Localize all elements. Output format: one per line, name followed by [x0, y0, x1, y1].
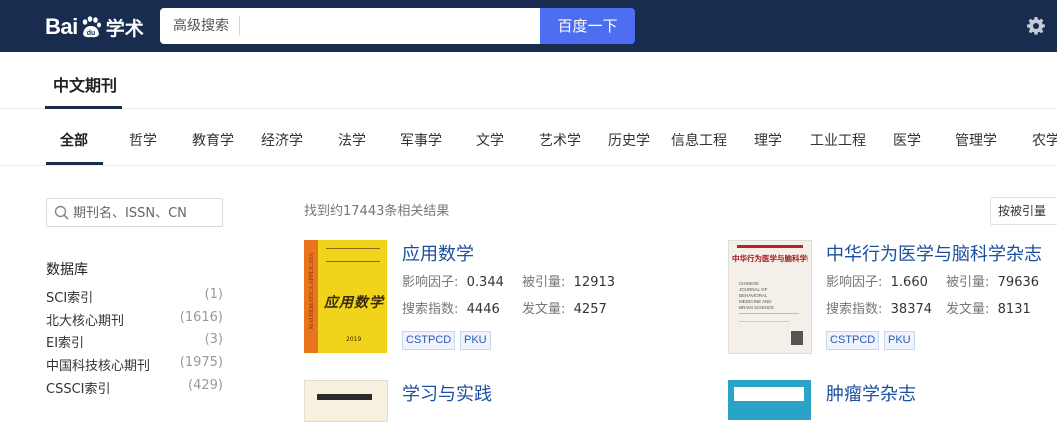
title-underline — [45, 106, 122, 109]
journal-title[interactable]: 学习与实践 — [402, 380, 492, 406]
advanced-search-link[interactable]: 高级搜索 — [173, 8, 229, 44]
database-item-count: (1) — [204, 287, 223, 302]
database-heading: 数据库 — [46, 262, 88, 278]
journal-title[interactable]: 中华行为医学与脑科学杂志 — [826, 240, 1042, 266]
sort-select[interactable]: 按被引量 — [990, 197, 1057, 225]
tab-philosophy[interactable]: 哲学 — [129, 130, 157, 150]
title-divider — [0, 108, 1057, 109]
journal-cover[interactable]: MATHEMATICA APPLICATA 应用数学 2019 — [304, 240, 387, 353]
database-item-sci[interactable]: SCI索引 (1) — [46, 287, 223, 307]
search-index: 搜索指数: 38374 — [826, 302, 933, 317]
search-input[interactable] — [244, 12, 528, 42]
journal-card: 学习与实践 — [304, 380, 704, 422]
cover-english-title: CHINESE JOURNAL OF BEHAVIORAL MEDICINE A… — [739, 281, 775, 310]
tab-economics[interactable]: 经济学 — [261, 130, 303, 150]
journal-card: 中华行为医学与脑科学杂志 CHINESE JOURNAL OF BEHAVIOR… — [728, 240, 1057, 355]
tab-art[interactable]: 艺术学 — [539, 130, 581, 150]
database-item-name: 北大核心期刊 — [46, 314, 125, 329]
logo-xueshu: 学术 — [105, 17, 144, 40]
cover-side-text: MATHEMATICA APPLICATA — [309, 252, 315, 330]
tab-medicine[interactable]: 医学 — [893, 130, 921, 150]
database-item-count: (1616) — [179, 310, 223, 325]
tab-history[interactable]: 历史学 — [608, 130, 650, 150]
tag-pku[interactable]: PKU — [884, 331, 915, 350]
database-item-name: CSSCI索引 — [46, 382, 111, 397]
journal-cover[interactable]: 中华行为医学与脑科学杂志 CHINESE JOURNAL OF BEHAVIOR… — [728, 240, 812, 354]
journal-cover[interactable] — [728, 380, 811, 420]
database-item-count: (1975) — [179, 355, 223, 370]
tab-military[interactable]: 军事学 — [400, 130, 442, 150]
journal-title[interactable]: 应用数学 — [402, 240, 474, 266]
database-item-ei[interactable]: EI索引 (3) — [46, 332, 223, 352]
journal-filter-input[interactable] — [71, 200, 220, 226]
journal-card: 肿瘤学杂志 — [728, 380, 1057, 420]
page-title: 中文期刊 — [53, 76, 118, 95]
tab-industrial-engineering[interactable]: 工业工程 — [810, 130, 866, 150]
database-item-name: 中国科技核心期刊 — [46, 359, 151, 374]
search-index: 搜索指数: 4446 — [402, 302, 500, 317]
tab-literature[interactable]: 文学 — [476, 130, 504, 150]
database-item-name: SCI索引 — [46, 291, 94, 306]
database-item-count: (429) — [188, 378, 223, 393]
tab-management[interactable]: 管理学 — [955, 130, 997, 150]
citation-count: 被引量: 12913 — [522, 275, 616, 290]
tab-agriculture[interactable]: 农学 — [1032, 130, 1057, 150]
journal-title[interactable]: 肿瘤学杂志 — [826, 380, 916, 406]
tabs-divider — [0, 165, 1057, 166]
search-box: 高级搜索 — [160, 8, 540, 44]
database-item-pku[interactable]: 北大核心期刊 (1616) — [46, 310, 223, 330]
gear-icon[interactable] — [1026, 16, 1046, 36]
citation-count: 被引量: 79636 — [946, 275, 1040, 290]
publication-count: 发文量: 8131 — [946, 302, 1031, 317]
tab-all[interactable]: 全部 — [60, 130, 88, 150]
category-tabs: 全部 哲学 教育学 经济学 法学 军事学 文学 艺术学 历史学 信息工程 理学 … — [0, 130, 1057, 154]
tab-science[interactable]: 理学 — [754, 130, 782, 150]
tab-information-engineering[interactable]: 信息工程 — [671, 130, 727, 150]
top-header: Bai du 学术 高级搜索 百度一下 — [0, 0, 1057, 52]
tab-law[interactable]: 法学 — [338, 130, 366, 150]
svg-text:du: du — [86, 30, 95, 37]
tab-education[interactable]: 教育学 — [192, 130, 234, 150]
tag-pku[interactable]: PKU — [460, 331, 491, 350]
sort-label: 按被引量 — [998, 204, 1047, 218]
impact-factor: 影响因子: 0.344 — [402, 275, 504, 290]
database-item-name: EI索引 — [46, 336, 85, 351]
result-count: 找到约17443条相关结果 — [304, 204, 450, 219]
tag-cstpcd[interactable]: CSTPCD — [402, 331, 456, 350]
database-item-cssci[interactable]: CSSCI索引 (429) — [46, 378, 223, 398]
journal-filter — [46, 198, 223, 227]
tag-cstpcd[interactable]: CSTPCD — [826, 331, 880, 350]
baidu-xueshu-logo[interactable]: Bai du 学术 — [45, 10, 144, 44]
cover-year: 2019 — [346, 336, 362, 343]
database-item-count: (3) — [204, 332, 223, 347]
paw-logo-icon: du — [82, 16, 101, 38]
cover-title: 中华行为医学与脑科学杂志 — [732, 254, 808, 263]
journal-cover[interactable] — [304, 380, 388, 422]
database-item-cstpcd[interactable]: 中国科技核心期刊 (1975) — [46, 355, 223, 375]
active-tab-underline — [46, 162, 103, 165]
logo-text: Bai — [45, 14, 78, 39]
publication-count: 发文量: 4257 — [522, 302, 607, 317]
search-button[interactable]: 百度一下 — [540, 8, 635, 44]
cover-title: 应用数学 — [324, 295, 384, 311]
journal-card: MATHEMATICA APPLICATA 应用数学 2019 应用数学 影响因… — [304, 240, 704, 355]
search-icon — [54, 205, 69, 220]
search-divider — [239, 16, 240, 36]
impact-factor: 影响因子: 1.660 — [826, 275, 928, 290]
